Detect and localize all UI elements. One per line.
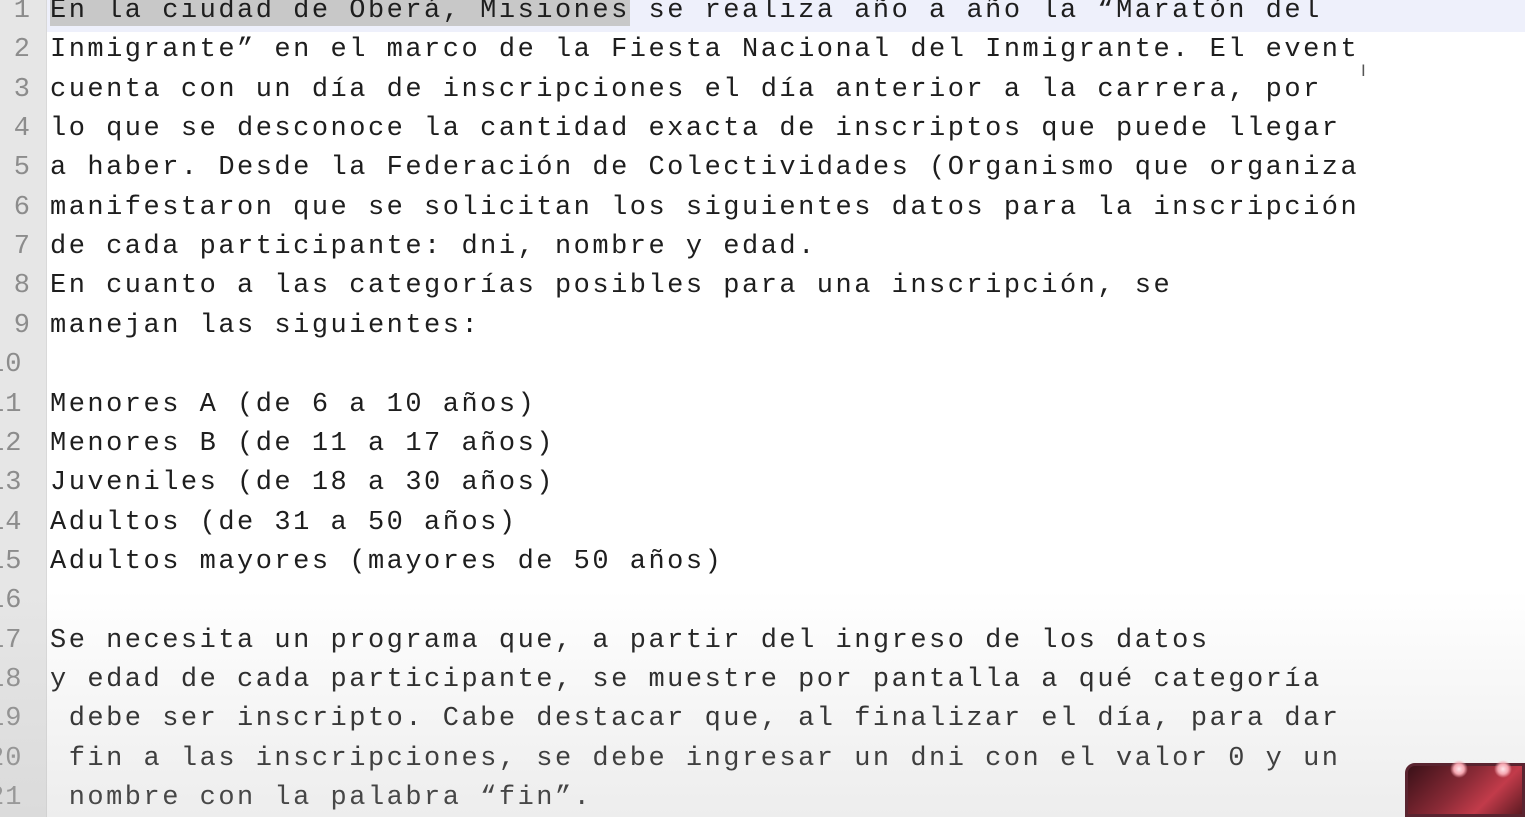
editor-line[interactable]: fin a las inscripciones, se debe ingresa… [50,740,1340,779]
light-icon [1450,760,1468,778]
editor-line[interactable]: Se necesita un programa que, a partir de… [50,622,1210,661]
line-number: 10 [0,350,23,381]
line-number: 8 [13,271,31,302]
line-number: 9 [13,310,31,341]
line-number: 14 [0,507,23,538]
editor-line[interactable]: cuenta con un día de inscripciones el dí… [50,71,1322,110]
editor-line[interactable]: lo que se desconoce la cantidad exacta d… [50,110,1340,149]
editor-line[interactable]: En la ciudad de Oberá, Misiones se reali… [50,0,1322,31]
line-number: 12 [0,428,23,459]
line-number: 19 [0,704,23,735]
line-number: 2 [13,35,31,66]
editor-line[interactable]: Juveniles (de 18 a 30 años) [50,464,555,503]
line-number: 21 [0,783,23,813]
line-number: 1 [13,0,31,26]
line-number: 18 [0,664,23,695]
editor-line[interactable]: nombre con la palabra “fin”. [50,779,592,818]
line-number: 4 [13,114,31,145]
line-number: 15 [0,546,23,577]
editor-line[interactable]: de cada participante: dni, nombre y edad… [50,228,817,267]
editor-line[interactable]: a haber. Desde la Federación de Colectiv… [50,149,1359,188]
light-icon [1494,760,1512,778]
editor-line[interactable]: Inmigrante” en el marco de la Fiesta Nac… [50,31,1359,70]
line-number: 6 [13,192,31,223]
line-number: 11 [0,389,23,420]
line-number: 20 [0,743,23,774]
editor-line[interactable]: manifestaron que se solicitan los siguie… [50,189,1359,228]
editor-line[interactable]: Adultos mayores (mayores de 50 años) [50,543,723,582]
text-cursor-icon: I [1361,61,1366,80]
line-number: 16 [0,586,23,617]
editor-line[interactable]: En cuanto a las categorías posibles para… [50,267,1172,306]
editor-line[interactable]: Menores B (de 11 a 17 años) [50,425,555,464]
line-number: 17 [0,625,23,656]
line-number: 7 [13,232,31,263]
editor-line[interactable]: manejan las siguientes: [50,307,480,346]
editor-line[interactable]: y edad de cada participante, se muestre … [50,661,1322,700]
selected-text[interactable]: En la ciudad de Oberá, Misiones [50,0,630,26]
webcam-overlay [1405,760,1525,817]
line-number: 13 [0,468,23,499]
editor-line[interactable]: Menores A (de 6 a 10 años) [50,386,536,425]
line-number: 3 [13,74,31,105]
line-rest-text: se realiza año a año la “Maratón del [648,0,1322,26]
editor-line[interactable]: Adultos (de 31 a 50 años) [50,504,518,543]
line-number: 5 [13,153,31,184]
editor-line[interactable]: debe ser inscripto. Cabe destacar que, a… [50,700,1340,739]
